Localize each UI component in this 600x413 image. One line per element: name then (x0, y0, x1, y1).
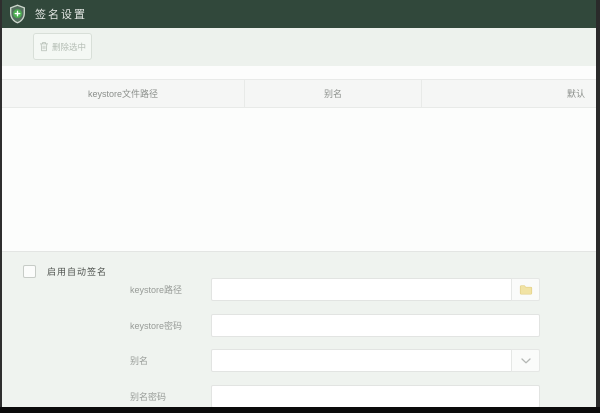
alias-password-input[interactable] (211, 385, 540, 408)
alias-password-label: 别名密码 (130, 390, 211, 403)
keystore-password-label: keystore密码 (130, 319, 211, 332)
toolbar: 删除选中 (0, 28, 600, 66)
keystore-path-input[interactable] (211, 278, 512, 301)
auto-sign-form: 启用自动签名 keystore路径 keystore密码 (2, 252, 596, 413)
keystore-path-row: keystore路径 (130, 278, 540, 301)
alias-password-row: 别名密码 (130, 385, 540, 408)
column-header-keystore-path: keystore文件路径 (2, 80, 245, 107)
page-title: 签名设置 (35, 6, 87, 22)
table-body-empty (2, 108, 596, 250)
folder-icon (519, 284, 533, 295)
keystore-password-input[interactable] (211, 314, 540, 337)
alias-label: 别名 (130, 354, 211, 367)
keystore-table-panel: keystore文件路径 别名 默认 (2, 66, 596, 252)
trash-icon (39, 41, 49, 52)
chevron-down-icon (521, 358, 531, 364)
keystore-path-label: keystore路径 (130, 283, 211, 296)
alias-row: 别名 (130, 349, 540, 372)
keystore-password-row: keystore密码 (130, 314, 540, 337)
enable-auto-sign-row: 启用自动签名 (23, 265, 107, 278)
screenshot-edge-left (0, 0, 2, 413)
column-header-alias: 别名 (245, 80, 422, 107)
delete-selected-label: 删除选中 (52, 41, 86, 53)
delete-selected-button[interactable]: 删除选中 (33, 33, 92, 60)
alias-dropdown-button[interactable] (511, 349, 540, 372)
column-header-default: 默认 (422, 80, 596, 107)
browse-folder-button[interactable] (511, 278, 540, 301)
table-header-row: keystore文件路径 别名 默认 (2, 79, 596, 108)
screenshot-edge-right (596, 0, 600, 413)
shield-plus-icon (9, 4, 26, 24)
enable-auto-sign-checkbox[interactable] (23, 265, 36, 278)
alias-select-input[interactable] (211, 349, 512, 372)
titlebar: 签名设置 (0, 0, 600, 28)
enable-auto-sign-label: 启用自动签名 (47, 265, 107, 278)
screenshot-edge-bottom (0, 407, 600, 413)
signature-settings-window: 签名设置 删除选中 keystore文件路径 别名 默认 启用自动签名 keys… (0, 0, 600, 413)
